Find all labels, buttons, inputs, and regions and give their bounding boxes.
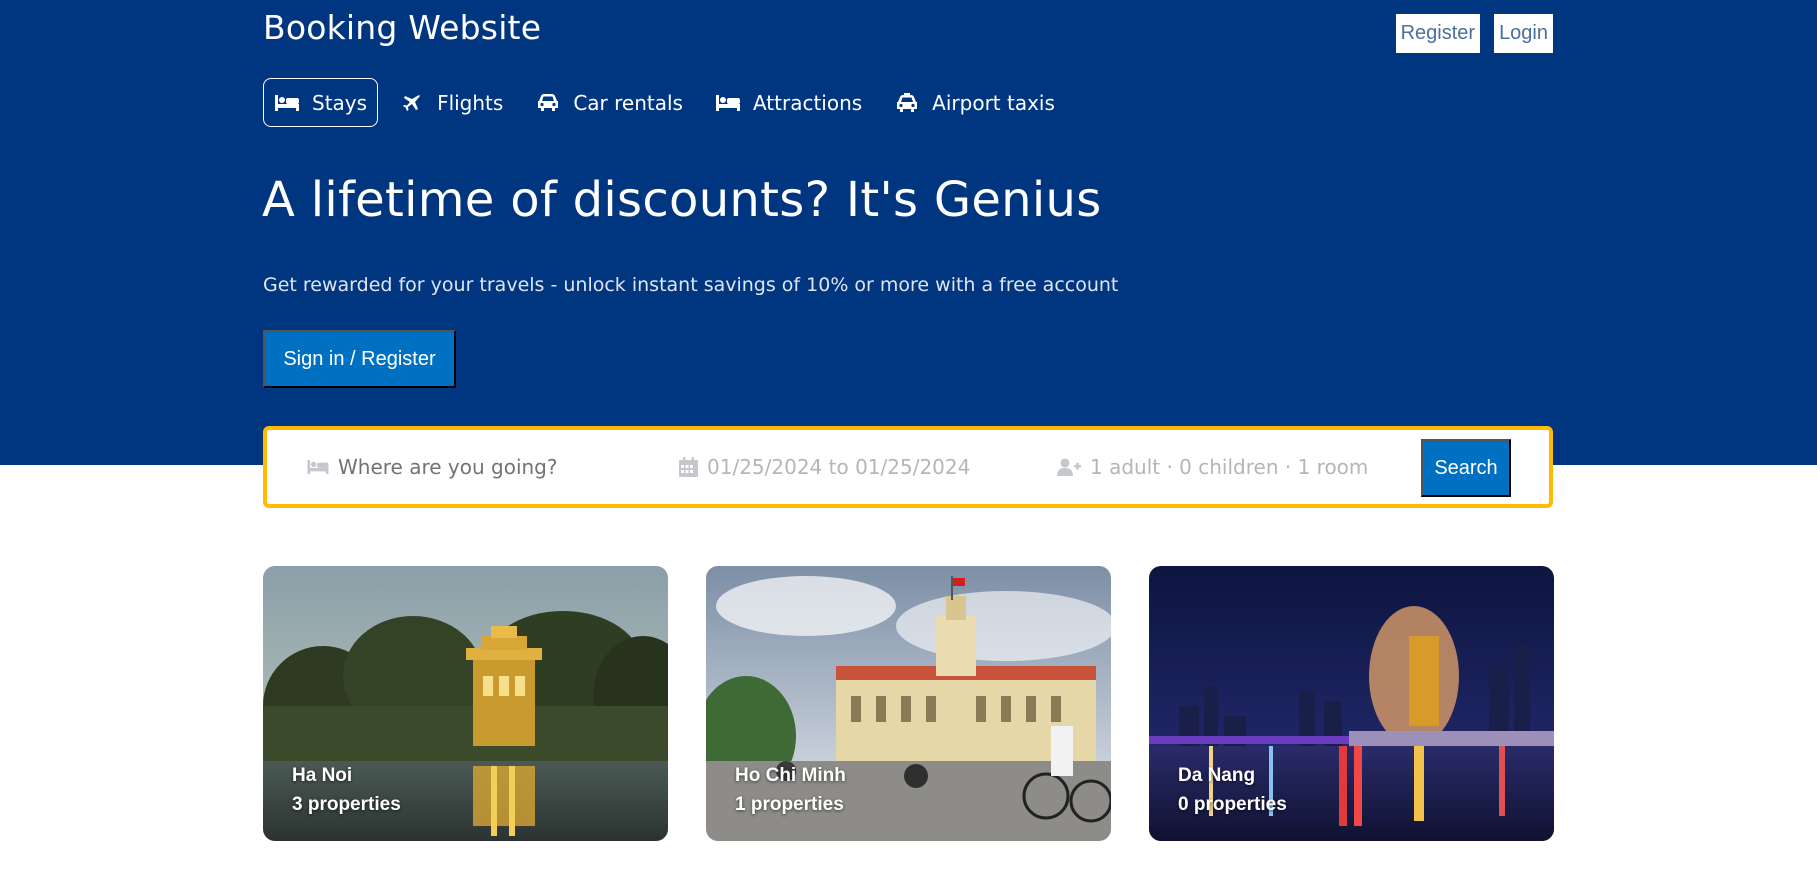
site-logo[interactable]: Booking Website [263,8,541,47]
city-name: Da Nang [1178,765,1256,786]
hero-subline: Get rewarded for your travels - unlock i… [263,274,1119,296]
destination-input[interactable]: Where are you going? [338,455,557,479]
car-icon [535,92,561,114]
auth-buttons: Register Login [1395,14,1553,53]
city-card-da-nang[interactable]: Da Nang 0 properties [1149,566,1554,841]
calendar-icon [679,457,698,477]
nav-item-car-rentals[interactable]: Car rentals [524,78,694,127]
property-count: 1 properties [735,794,844,815]
date-range[interactable]: 01/25/2024 to 01/25/2024 [707,455,970,479]
nav-label: Stays [312,90,368,115]
user-plus-icon [1057,458,1081,476]
search-button[interactable]: Search [1421,439,1511,497]
city-name: Ha Noi [292,765,353,786]
property-count: 3 properties [292,794,401,815]
bed-icon [274,92,300,114]
nav-label: Airport taxis [932,90,1055,115]
property-count: 0 properties [1178,794,1287,815]
nav-label: Car rentals [573,90,683,115]
destination-field[interactable]: Where are you going? [307,430,557,504]
register-button[interactable]: Register [1395,14,1481,53]
signin-register-button[interactable]: Sign in / Register [263,330,456,388]
bed-icon [307,460,329,474]
city-card-ha-noi[interactable]: Ha Noi 3 properties [263,566,668,841]
date-field[interactable]: 01/25/2024 to 01/25/2024 [679,430,970,504]
login-button[interactable]: Login [1494,14,1553,53]
bed-icon [715,92,741,114]
city-cards: Ha Noi 3 properties Ho Chi Minh 1 proper… [263,566,1554,841]
nav-item-airport-taxis[interactable]: Airport taxis [883,78,1066,127]
taxi-icon [894,92,920,114]
search-bar: Where are you going? 01/25/2024 to 01/25… [263,426,1553,508]
hero-headline: A lifetime of discounts? It's Genius [262,172,1102,228]
city-caption: Ho Chi Minh 1 properties [735,761,846,819]
nav-item-flights[interactable]: Flights [388,78,514,127]
hero-banner [0,0,1817,465]
city-caption: Ha Noi 3 properties [292,761,401,819]
plane-icon [399,92,425,114]
guests-field[interactable]: 1 adult · 0 children · 1 room [1057,430,1368,504]
main-nav: Stays Flights Car rentals Attractions Ai… [263,78,1076,127]
nav-item-stays[interactable]: Stays [263,78,379,127]
nav-item-attractions[interactable]: Attractions [704,78,873,127]
guests-summary[interactable]: 1 adult · 0 children · 1 room [1090,455,1368,479]
city-name: Ho Chi Minh [735,765,846,786]
city-card-ho-chi-minh[interactable]: Ho Chi Minh 1 properties [706,566,1111,841]
city-caption: Da Nang 0 properties [1178,761,1287,819]
nav-label: Attractions [752,90,863,115]
nav-label: Flights [437,90,504,115]
